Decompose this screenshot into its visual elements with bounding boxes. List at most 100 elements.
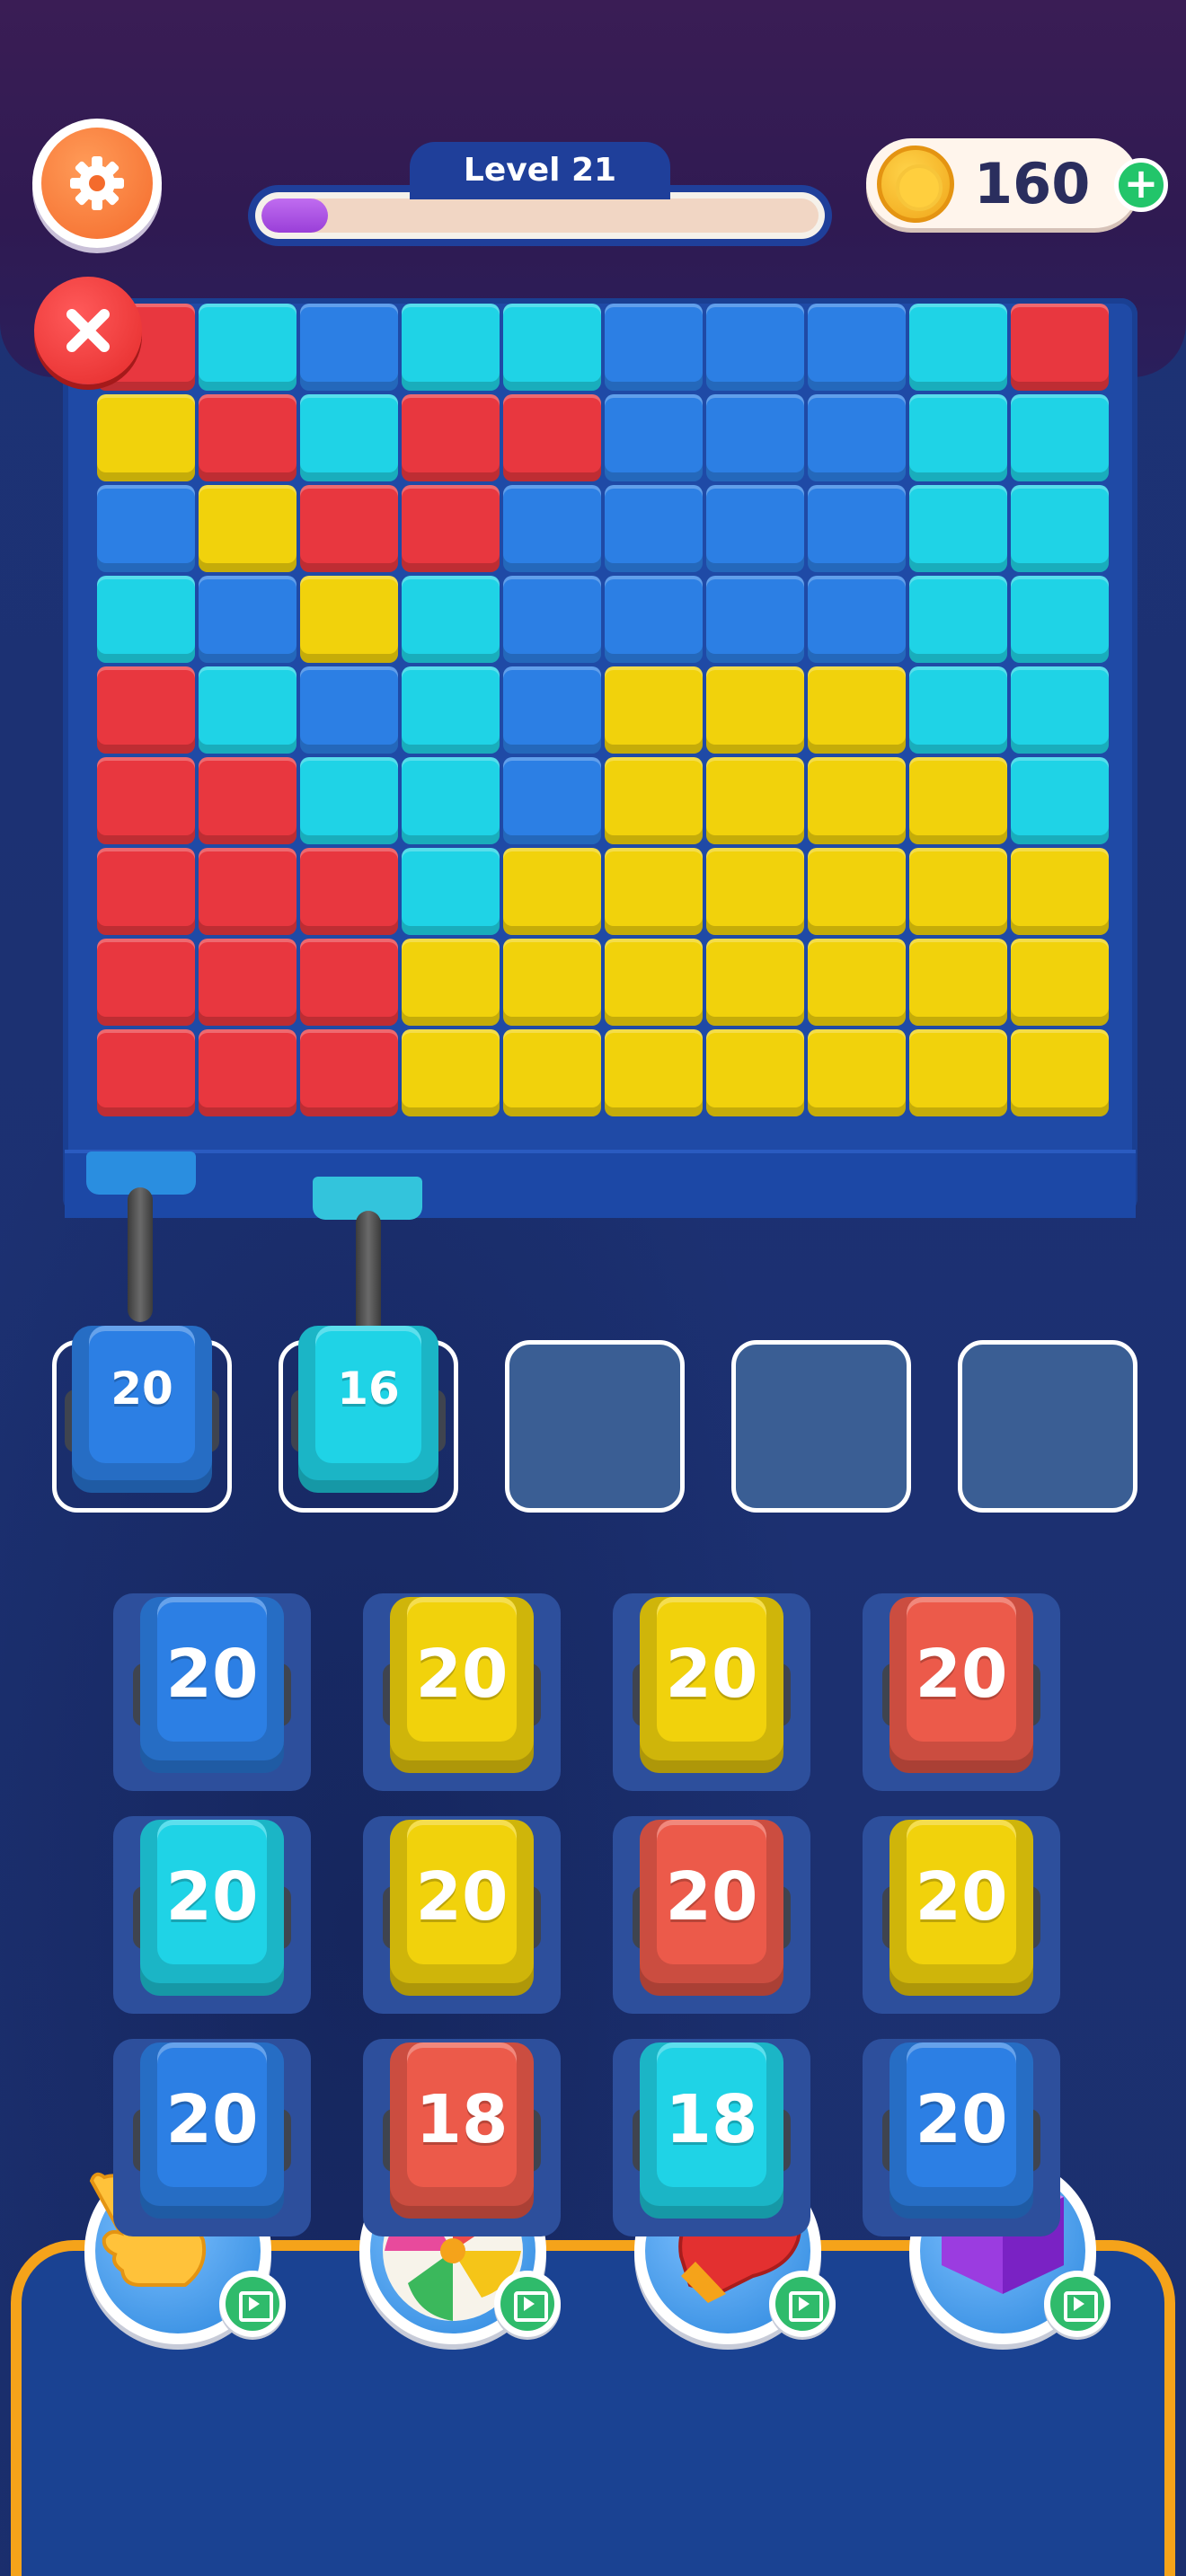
game-screen: Level 21 160 + 20 16 20 20 20 20 20 20 2… — [0, 0, 1186, 2576]
block-cell — [1011, 304, 1109, 391]
block-cell — [909, 939, 1007, 1026]
block-cell — [1011, 939, 1109, 1026]
block-cell — [706, 576, 804, 663]
block-cell — [503, 485, 601, 572]
cannon-hose — [128, 1187, 153, 1322]
block-cell — [97, 1029, 195, 1116]
block-cell — [909, 576, 1007, 663]
block-cell — [1011, 757, 1109, 844]
block-cell — [909, 304, 1007, 391]
coin-icon — [877, 146, 954, 223]
block-cell — [402, 394, 500, 481]
add-coins-button[interactable]: + — [1114, 158, 1168, 212]
block-cell — [808, 848, 906, 935]
block-cell — [199, 848, 296, 935]
queue-truck[interactable]: 20 — [133, 1597, 291, 1773]
close-icon — [66, 309, 110, 352]
block-cell — [605, 939, 703, 1026]
block-cell — [402, 666, 500, 754]
truck-count: 20 — [665, 1858, 758, 1936]
truck-count: 20 — [915, 1636, 1008, 1714]
block-cell — [1011, 1029, 1109, 1116]
block-cell — [706, 304, 804, 391]
block-cell — [706, 1029, 804, 1116]
truck-count: 18 — [665, 2081, 758, 2159]
block-cell — [300, 939, 398, 1026]
truck-count: 20 — [915, 2081, 1008, 2159]
block-cell — [909, 1029, 1007, 1116]
queue-truck[interactable]: 20 — [882, 2042, 1040, 2219]
block-cell — [503, 394, 601, 481]
video-play-icon — [219, 2271, 286, 2337]
block-cell — [909, 666, 1007, 754]
queue-truck[interactable]: 20 — [882, 1820, 1040, 1996]
block-cell — [300, 485, 398, 572]
truck-count: 20 — [165, 2081, 259, 2159]
truck-slot[interactable] — [958, 1340, 1137, 1513]
queue-truck[interactable]: 20 — [633, 1820, 791, 1996]
block-cell — [605, 304, 703, 391]
video-play-icon — [769, 2271, 836, 2337]
block-cell — [503, 1029, 601, 1116]
queue-truck[interactable]: 20 — [133, 1820, 291, 1996]
block-cell — [97, 939, 195, 1026]
block-cell — [503, 576, 601, 663]
block-cell — [503, 757, 601, 844]
truck-count: 20 — [665, 1636, 758, 1714]
block-cell — [1011, 576, 1109, 663]
queue-truck[interactable]: 18 — [633, 2042, 791, 2219]
truck-slot[interactable] — [505, 1340, 685, 1513]
settings-button[interactable] — [32, 119, 162, 248]
block-cell — [199, 666, 296, 754]
queue-truck[interactable]: 20 — [383, 1820, 541, 1996]
slot-truck[interactable]: 20 — [65, 1326, 219, 1493]
slot-truck[interactable]: 16 — [291, 1326, 446, 1493]
truck-count: 20 — [165, 1636, 259, 1714]
coin-counter: 160 — [866, 138, 1139, 228]
block-cell — [199, 1029, 296, 1116]
block-cell — [808, 757, 906, 844]
queue-truck[interactable]: 18 — [383, 2042, 541, 2219]
queue-truck[interactable]: 20 — [383, 1597, 541, 1773]
block-cell — [300, 576, 398, 663]
gear-icon — [70, 156, 124, 210]
block-cell — [402, 848, 500, 935]
queue-truck[interactable]: 20 — [633, 1597, 791, 1773]
block-cell — [402, 757, 500, 844]
block-cell — [503, 939, 601, 1026]
block-cell — [1011, 394, 1109, 481]
block-cell — [402, 939, 500, 1026]
block-cell — [402, 485, 500, 572]
block-cell — [909, 848, 1007, 935]
level-label: Level 21 — [410, 142, 670, 199]
block-cell — [503, 848, 601, 935]
block-cell — [909, 485, 1007, 572]
close-button[interactable] — [34, 277, 142, 384]
block-cell — [605, 576, 703, 663]
block-cell — [97, 848, 195, 935]
queue-truck[interactable]: 20 — [882, 1597, 1040, 1773]
truck-count: 20 — [165, 1858, 259, 1936]
block-cell — [503, 304, 601, 391]
block-cell — [402, 304, 500, 391]
block-cell — [605, 848, 703, 935]
block-cell — [1011, 485, 1109, 572]
block-cell — [605, 394, 703, 481]
queue-truck[interactable]: 20 — [133, 2042, 291, 2219]
block-cell — [199, 304, 296, 391]
block-cell — [97, 394, 195, 481]
block-cell — [300, 757, 398, 844]
truck-slot[interactable] — [731, 1340, 911, 1513]
block-cell — [199, 757, 296, 844]
block-cell — [706, 485, 804, 572]
truck-count: 20 — [915, 1858, 1008, 1936]
truck-count: 20 — [415, 1636, 509, 1714]
block-cell — [300, 666, 398, 754]
video-play-icon — [494, 2271, 561, 2337]
coin-count: 160 — [974, 151, 1091, 216]
level-progress-fill — [261, 198, 329, 233]
block-cell — [909, 394, 1007, 481]
block-cell — [706, 757, 804, 844]
block-cell — [402, 576, 500, 663]
block-cell — [808, 666, 906, 754]
